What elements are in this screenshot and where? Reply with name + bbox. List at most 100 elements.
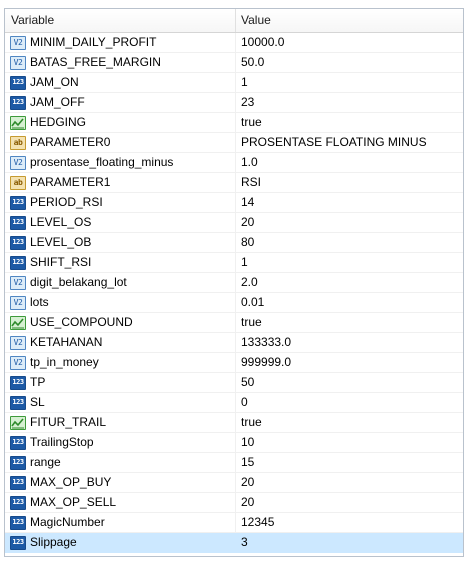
input-parameter-row[interactable]: 123 MAX_OP_BUY 20 — [5, 473, 463, 493]
parameter-value-cell[interactable]: 50.0 — [236, 53, 463, 72]
parameter-value-cell[interactable]: 10000.0 — [236, 33, 463, 52]
parameter-value-cell[interactable]: 14 — [236, 193, 463, 212]
parameter-variable-cell[interactable]: 123 MAX_OP_SELL — [5, 493, 236, 512]
input-parameter-row[interactable]: 123 LEVEL_OS 20 — [5, 213, 463, 233]
parameter-variable-cell[interactable]: V2 MINIM_DAILY_PROFIT — [5, 33, 236, 52]
parameter-value-cell[interactable]: 1.0 — [236, 153, 463, 172]
parameter-variable-cell[interactable]: 123 SL — [5, 393, 236, 412]
parameter-variable-cell[interactable]: 123 LEVEL_OS — [5, 213, 236, 232]
parameter-value-cell[interactable]: 133333.0 — [236, 333, 463, 352]
parameter-value-cell[interactable]: 0 — [236, 393, 463, 412]
input-parameter-row[interactable]: HEDGING true — [5, 113, 463, 133]
input-parameter-row[interactable]: 123 JAM_OFF 23 — [5, 93, 463, 113]
input-parameter-row[interactable]: V2 KETAHANAN 133333.0 — [5, 333, 463, 353]
input-parameter-row[interactable]: 123 SL 0 — [5, 393, 463, 413]
parameter-name: digit_belakang_lot — [30, 275, 127, 289]
input-parameter-row[interactable]: V2 lots 0.01 — [5, 293, 463, 313]
parameter-value-cell[interactable]: 23 — [236, 93, 463, 112]
parameter-value-cell[interactable]: 20 — [236, 213, 463, 232]
parameter-value-cell[interactable]: 12345 — [236, 513, 463, 532]
parameter-name: TP — [30, 375, 46, 389]
input-parameter-row[interactable]: ab PARAMETER0 PROSENTASE FLOATING MINUS — [5, 133, 463, 153]
parameter-name: FITUR_TRAIL — [30, 415, 107, 429]
parameter-name: KETAHANAN — [30, 335, 103, 349]
parameter-value-cell[interactable]: 80 — [236, 233, 463, 252]
double-type-icon: V2 — [10, 355, 26, 370]
input-parameter-row[interactable]: 123 MagicNumber 12345 — [5, 513, 463, 533]
parameter-value-cell[interactable]: 2.0 — [236, 273, 463, 292]
parameter-variable-cell[interactable]: V2 tp_in_money — [5, 353, 236, 372]
parameter-variable-cell[interactable]: USE_COMPOUND — [5, 313, 236, 332]
parameter-value-cell[interactable]: true — [236, 413, 463, 432]
parameter-value-cell[interactable]: 1 — [236, 73, 463, 92]
parameter-value-cell[interactable]: PROSENTASE FLOATING MINUS — [236, 133, 463, 152]
inputs-property-grid: Variable Value V2 MINIM_DAILY_PROFIT 10000… — [4, 8, 464, 557]
parameter-variable-cell[interactable]: 123 TP — [5, 373, 236, 392]
parameter-variable-cell[interactable]: V2 BATAS_FREE_MARGIN — [5, 53, 236, 72]
parameter-value-cell[interactable]: true — [236, 113, 463, 132]
integer-type-icon: 123 — [10, 395, 26, 410]
parameter-value-cell[interactable]: RSI — [236, 173, 463, 192]
input-parameter-row[interactable]: 123 JAM_ON 1 — [5, 73, 463, 93]
parameter-name: HEDGING — [30, 115, 87, 129]
parameter-variable-cell[interactable]: 123 LEVEL_OB — [5, 233, 236, 252]
parameter-variable-cell[interactable]: 123 JAM_OFF — [5, 93, 236, 112]
parameter-name: prosentase_floating_minus — [30, 155, 174, 169]
parameter-variable-cell[interactable]: 123 SHIFT_RSI — [5, 253, 236, 272]
parameter-variable-cell[interactable]: 123 PERIOD_RSI — [5, 193, 236, 212]
integer-type-icon: 123 — [10, 95, 26, 110]
parameter-variable-cell[interactable]: ab PARAMETER0 — [5, 133, 236, 152]
parameter-name: lots — [30, 295, 49, 309]
input-parameter-row[interactable]: 123 TrailingStop 10 — [5, 433, 463, 453]
input-parameter-row[interactable]: 123 Slippage 3 — [5, 533, 463, 553]
parameter-variable-cell[interactable]: 123 TrailingStop — [5, 433, 236, 452]
parameter-value-cell[interactable]: 3 — [236, 533, 463, 552]
input-parameter-row[interactable]: FITUR_TRAIL true — [5, 413, 463, 433]
parameter-variable-cell[interactable]: 123 range — [5, 453, 236, 472]
parameter-variable-cell[interactable]: V2 KETAHANAN — [5, 333, 236, 352]
integer-type-icon: 123 — [10, 515, 26, 530]
parameter-value-cell[interactable]: 20 — [236, 493, 463, 512]
double-type-icon: V2 — [10, 335, 26, 350]
parameter-variable-cell[interactable]: ab PARAMETER1 — [5, 173, 236, 192]
integer-type-icon: 123 — [10, 75, 26, 90]
variable-column-header[interactable]: Variable — [5, 9, 236, 32]
parameter-variable-cell[interactable]: HEDGING — [5, 113, 236, 132]
input-parameter-row[interactable]: USE_COMPOUND true — [5, 313, 463, 333]
parameter-value-cell[interactable]: 10 — [236, 433, 463, 452]
value-column-header[interactable]: Value — [236, 9, 463, 32]
parameter-name: PARAMETER0 — [30, 135, 111, 149]
parameter-variable-cell[interactable]: V2 lots — [5, 293, 236, 312]
parameter-variable-cell[interactable]: V2 digit_belakang_lot — [5, 273, 236, 292]
input-parameter-row[interactable]: 123 PERIOD_RSI 14 — [5, 193, 463, 213]
integer-type-icon: 123 — [10, 235, 26, 250]
string-type-icon: ab — [10, 135, 26, 150]
parameter-value-cell[interactable]: 20 — [236, 473, 463, 492]
input-parameter-row[interactable]: 123 LEVEL_OB 80 — [5, 233, 463, 253]
double-type-icon: V2 — [10, 275, 26, 290]
parameter-value-cell[interactable]: 0.01 — [236, 293, 463, 312]
input-parameter-row[interactable]: V2 tp_in_money 999999.0 — [5, 353, 463, 373]
input-parameter-row[interactable]: V2 MINIM_DAILY_PROFIT 10000.0 — [5, 33, 463, 53]
input-parameter-row[interactable]: 123 SHIFT_RSI 1 — [5, 253, 463, 273]
input-parameter-row[interactable]: V2 BATAS_FREE_MARGIN 50.0 — [5, 53, 463, 73]
parameter-variable-cell[interactable]: FITUR_TRAIL — [5, 413, 236, 432]
parameter-name: PERIOD_RSI — [30, 195, 103, 209]
parameter-variable-cell[interactable]: 123 MagicNumber — [5, 513, 236, 532]
parameter-value-cell[interactable]: 999999.0 — [236, 353, 463, 372]
parameter-variable-cell[interactable]: V2 prosentase_floating_minus — [5, 153, 236, 172]
input-parameter-row[interactable]: 123 TP 50 — [5, 373, 463, 393]
input-parameter-row[interactable]: 123 range 15 — [5, 453, 463, 473]
input-parameter-row[interactable]: ab PARAMETER1 RSI — [5, 173, 463, 193]
input-parameter-row[interactable]: V2 digit_belakang_lot 2.0 — [5, 273, 463, 293]
parameter-variable-cell[interactable]: 123 JAM_ON — [5, 73, 236, 92]
parameter-value-cell[interactable]: true — [236, 313, 463, 332]
input-parameter-row[interactable]: V2 prosentase_floating_minus 1.0 — [5, 153, 463, 173]
parameter-value-cell[interactable]: 15 — [236, 453, 463, 472]
parameter-value-cell[interactable]: 1 — [236, 253, 463, 272]
parameter-variable-cell[interactable]: 123 Slippage — [5, 533, 236, 552]
input-parameter-row[interactable]: 123 MAX_OP_SELL 20 — [5, 493, 463, 513]
parameter-variable-cell[interactable]: 123 MAX_OP_BUY — [5, 473, 236, 492]
parameter-name: LEVEL_OB — [30, 235, 92, 249]
parameter-value-cell[interactable]: 50 — [236, 373, 463, 392]
